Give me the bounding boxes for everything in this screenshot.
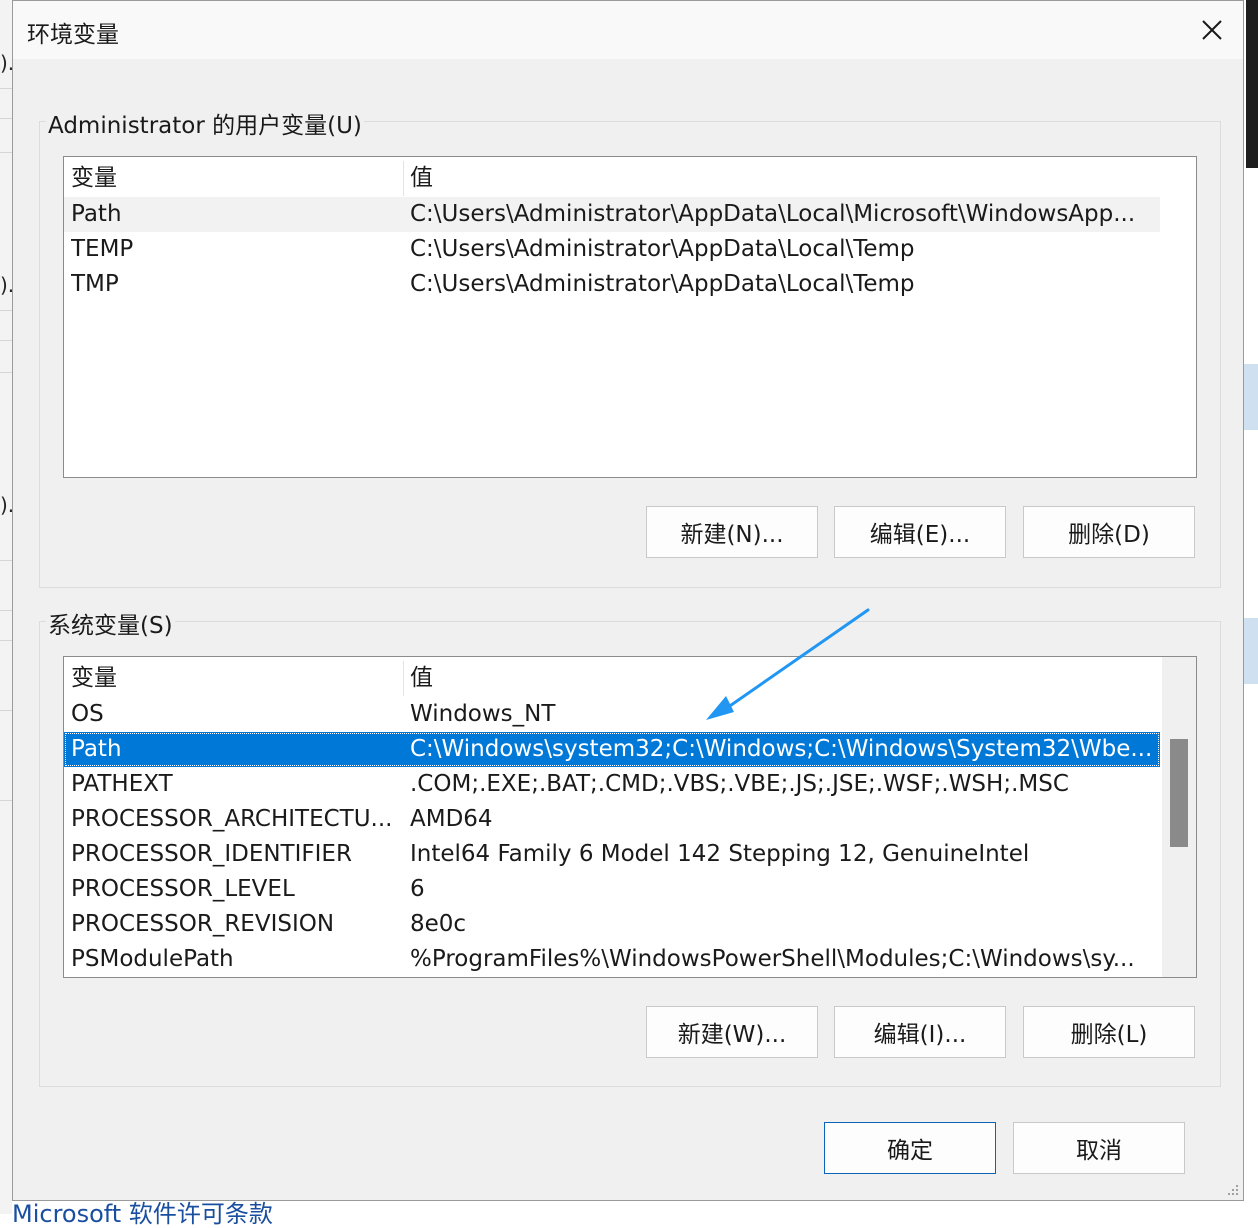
column-header-variable[interactable]: 变量 — [71, 161, 401, 196]
list-item[interactable]: OS Windows_NT — [64, 697, 1160, 732]
list-item[interactable]: PATHEXT .COM;.EXE;.BAT;.CMD;.VBS;.VBE;.J… — [64, 767, 1160, 802]
user-variables-label: Administrator 的用户变量(U) — [46, 106, 364, 140]
dialog-title: 环境变量 — [27, 22, 119, 48]
list-item[interactable]: PROCESSOR_IDENTIFIER Intel64 Family 6 Mo… — [64, 837, 1160, 872]
list-item[interactable]: TMP C:\Users\Administrator\AppData\Local… — [64, 267, 1160, 302]
system-list-header: 变量 值 — [64, 661, 1160, 696]
environment-variables-dialog: 环境变量 Administrator 的用户变量(U) 变量 值 Path C:… — [12, 0, 1244, 1201]
resize-grip-icon[interactable] — [1225, 1182, 1239, 1196]
close-icon — [1202, 20, 1222, 40]
list-item[interactable]: Path C:\Users\Administrator\AppData\Loca… — [64, 197, 1160, 232]
background-text: Microsoft 软件许可条款 — [12, 1200, 273, 1228]
list-item[interactable]: PROCESSOR_ARCHITECTU... AMD64 — [64, 802, 1160, 837]
title-bar: 环境变量 — [13, 1, 1243, 59]
list-item[interactable]: PSModulePath %ProgramFiles%\WindowsPower… — [64, 942, 1160, 977]
scrollbar-thumb[interactable] — [1170, 739, 1188, 847]
list-item[interactable]: TEMP C:\Users\Administrator\AppData\Loca… — [64, 232, 1160, 267]
list-item-selected[interactable]: Path C:\Windows\system32;C:\Windows;C:\W… — [64, 732, 1160, 767]
user-new-button[interactable]: 新建(N)... — [646, 506, 818, 558]
user-delete-button[interactable]: 删除(D) — [1023, 506, 1195, 558]
system-edit-button[interactable]: 编辑(I)... — [834, 1006, 1006, 1058]
system-variables-list[interactable]: 变量 值 OS Windows_NT Path C:\Windows\syste… — [63, 656, 1197, 978]
column-header-value[interactable]: 值 — [410, 161, 1158, 196]
ok-button[interactable]: 确定 — [824, 1122, 996, 1174]
system-delete-button[interactable]: 删除(L) — [1023, 1006, 1195, 1058]
column-header-variable[interactable]: 变量 — [71, 661, 401, 696]
system-variables-label: 系统变量(S) — [46, 606, 175, 640]
user-edit-button[interactable]: 编辑(E)... — [834, 506, 1006, 558]
system-list-scrollbar[interactable] — [1162, 657, 1196, 977]
user-variables-list[interactable]: 变量 值 Path C:\Users\Administrator\AppData… — [63, 156, 1197, 478]
column-header-value[interactable]: 值 — [410, 661, 1158, 696]
list-item[interactable]: PROCESSOR_REVISION 8e0c — [64, 907, 1160, 942]
system-new-button[interactable]: 新建(W)... — [646, 1006, 818, 1058]
cancel-button[interactable]: 取消 — [1013, 1122, 1185, 1174]
list-item[interactable]: PROCESSOR_LEVEL 6 — [64, 872, 1160, 907]
background-window-left: ). ). ). — [0, 0, 12, 1214]
background-window-right — [1244, 0, 1258, 1214]
close-button[interactable] — [1181, 1, 1243, 59]
user-list-header: 变量 值 — [64, 161, 1160, 196]
